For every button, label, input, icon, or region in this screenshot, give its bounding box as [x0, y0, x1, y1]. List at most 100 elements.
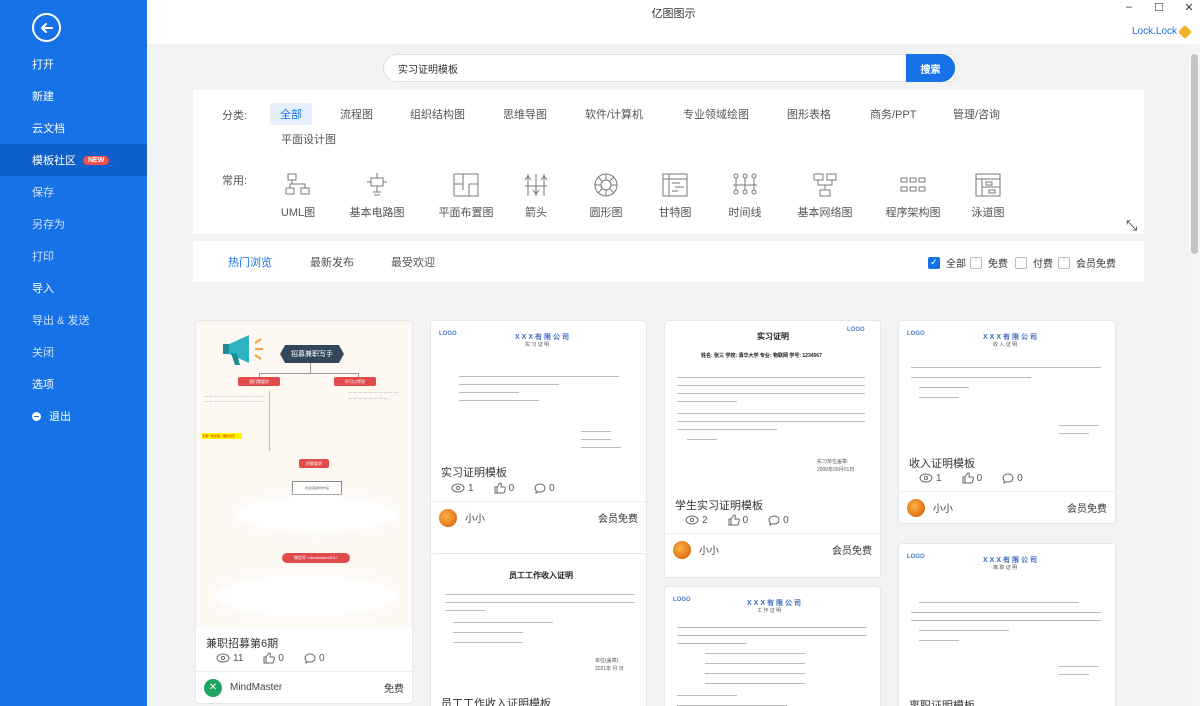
filter-paid-checkbox[interactable]: 付费 [1015, 255, 1053, 270]
template-card[interactable]: LOGO XXX有限公司 收 入 证 明 收入证明模板 1 0 0 小小 会员免… [898, 320, 1116, 524]
common-item-label: 泳道图 [971, 207, 1005, 219]
sidebar-item-print[interactable]: 打印 [0, 240, 147, 272]
template-card[interactable]: 员工工作收入证明 单位(盖章) 2021年 月 日 员工工作收入证明模板 [430, 553, 647, 706]
back-arrow-icon[interactable] [32, 13, 61, 42]
scrollbar-thumb[interactable] [1191, 54, 1198, 254]
sidebar-item-save-as[interactable]: 另存为 [0, 208, 147, 240]
author-name[interactable]: 小小 [933, 500, 953, 515]
common-architecture[interactable]: 程序架构图 [873, 172, 953, 220]
comments-stat[interactable]: 0 [304, 652, 325, 664]
author-name[interactable]: MindMaster [230, 682, 282, 693]
common-network[interactable]: 基本网络图 [785, 172, 865, 220]
search-button[interactable]: 搜索 [906, 54, 955, 82]
comments-stat[interactable]: 0 [1002, 472, 1023, 484]
category-flowchart[interactable]: 流程图 [330, 103, 383, 125]
maximize-icon[interactable]: ☐ [1152, 1, 1166, 14]
user-account[interactable]: Lock.Lock [1132, 24, 1193, 39]
category-management[interactable]: 管理/咨询 [943, 103, 1010, 125]
common-circle[interactable]: 圆形图 [566, 172, 646, 220]
likes-stat[interactable]: 0 [494, 482, 515, 494]
checkmark-icon: ✓ [928, 256, 940, 269]
comments-stat[interactable]: 0 [534, 482, 555, 494]
filter-free-checkbox[interactable]: 免费 [970, 255, 1008, 270]
template-card[interactable]: 实习证明 LOGO 姓名: 张三 学校: 清华大学 专业: 物联网 学号: 12… [664, 320, 881, 578]
common-label: 常用: [222, 175, 248, 187]
mindmap-footer-node: 微信号: mindmaster2017 [282, 553, 350, 563]
minimize-icon[interactable]: – [1122, 1, 1136, 13]
arrow-icon [524, 174, 548, 196]
category-business-ppt[interactable]: 商务/PPT [860, 103, 926, 125]
comments-stat[interactable]: 0 [768, 514, 789, 526]
tab-hot[interactable]: 热门浏览 [228, 254, 272, 270]
common-item-label: 基本电路图 [349, 207, 405, 219]
likes-stat[interactable]: 0 [962, 472, 982, 484]
sidebar-item-save[interactable]: 保存 [0, 176, 147, 208]
sidebar-item-cloud-docs[interactable]: 云文档 [0, 112, 147, 144]
filter-member-free-checkbox[interactable]: 会员免费 [1058, 255, 1116, 270]
common-circuit[interactable]: 基本电路图 [337, 172, 417, 220]
sidebar-item-label: 另存为 [32, 219, 65, 231]
scrollbar[interactable] [1189, 44, 1200, 706]
common-floor-plan[interactable]: 平面布置图 [426, 172, 506, 220]
filter-all-checkbox[interactable]: ✓ 全部 [928, 255, 966, 270]
likes-count: 0 [508, 482, 515, 494]
template-card[interactable]: 招募兼职写手 我们需要你 你可以得到 — — — — — — — — — — —… [195, 320, 413, 704]
author-name[interactable]: 小小 [699, 542, 719, 557]
card-title: 兼职招募第6期 [206, 638, 279, 650]
common-arrow[interactable]: 箭头 [496, 172, 576, 220]
sidebar-item-template-community[interactable]: 模板社区 NEW [0, 144, 147, 176]
comments-count: 0 [783, 514, 789, 526]
sidebar-item-import[interactable]: 导入 [0, 272, 147, 304]
sidebar: 打开 新建 云文档 模板社区 NEW 保存 另存为 打印 导入 导出 & 发送 关… [0, 0, 147, 706]
card-title: 实习证明模板 [441, 467, 507, 479]
sidebar-item-options[interactable]: 选项 [0, 368, 147, 400]
category-graphic-design[interactable]: 平面设计图 [281, 131, 336, 147]
sidebar-item-new[interactable]: 新建 [0, 80, 147, 112]
expand-icon[interactable]: ⤡ [1126, 217, 1137, 234]
author-name[interactable]: 小小 [465, 510, 485, 525]
common-timeline[interactable]: 时间线 [705, 172, 785, 220]
sidebar-item-exit[interactable]: 退出 [0, 400, 147, 432]
template-thumbnail: LOGO XXX有限公司 工 作 证 明 [665, 587, 880, 706]
sign-label: 实习单位盖章: [817, 459, 849, 465]
likes-stat[interactable]: 0 [263, 652, 284, 664]
views-count: 1 [936, 472, 942, 484]
user-name: Lock.Lock [1132, 26, 1178, 37]
category-graphic-table[interactable]: 图形表格 [777, 103, 841, 125]
vip-diamond-icon [1177, 24, 1193, 39]
category-org-chart[interactable]: 组织结构图 [400, 103, 475, 125]
architecture-icon [900, 177, 926, 192]
common-gantt[interactable]: 甘特图 [635, 172, 715, 220]
common-uml[interactable]: UML图 [258, 172, 338, 220]
category-software[interactable]: 软件/计算机 [575, 103, 653, 125]
close-icon[interactable]: ✕ [1182, 1, 1196, 14]
checkbox-label: 会员免费 [1076, 259, 1116, 270]
category-professional[interactable]: 专业领域绘图 [673, 103, 759, 125]
sidebar-item-export-send[interactable]: 导出 & 发送 [0, 304, 147, 336]
category-all[interactable]: 全部 [270, 103, 312, 125]
exit-icon [32, 411, 41, 421]
doc-title: 实 习 证 明 [525, 342, 550, 348]
sidebar-item-label: 导出 & 发送 [32, 315, 90, 327]
common-swimlane[interactable]: 泳道图 [948, 172, 1028, 220]
eye-icon [451, 483, 465, 493]
logo-mark: LOGO [907, 554, 925, 560]
template-thumbnail: LOGO XXX有限公司 收 入 证 明 [899, 321, 1115, 451]
common-item-label: 时间线 [728, 207, 762, 219]
company-name: XXX有限公司 [747, 600, 804, 607]
template-card[interactable]: LOGO XXX有限公司 实 习 证 明 实习证明模板 1 0 0 小小 会员免… [430, 320, 647, 577]
category-mind-map[interactable]: 思维导图 [493, 103, 557, 125]
views-stat: 1 [919, 472, 942, 484]
search-input[interactable] [383, 54, 955, 82]
likes-stat[interactable]: 0 [728, 514, 748, 526]
tab-latest[interactable]: 最新发布 [310, 254, 354, 270]
sidebar-item-close[interactable]: 关闭 [0, 336, 147, 368]
template-card[interactable]: LOGO XXX有限公司 工 作 证 明 [664, 586, 881, 706]
template-card[interactable]: LOGO XXX有限公司 离 职 证 明 离职证明模板 [898, 543, 1116, 706]
sidebar-item-open[interactable]: 打开 [0, 48, 147, 80]
comment-icon [534, 482, 546, 494]
card-title: 收入证明模板 [909, 458, 975, 470]
checkbox-label: 全部 [946, 259, 966, 270]
eye-icon [919, 473, 933, 483]
tab-popular[interactable]: 最受欢迎 [391, 254, 435, 270]
